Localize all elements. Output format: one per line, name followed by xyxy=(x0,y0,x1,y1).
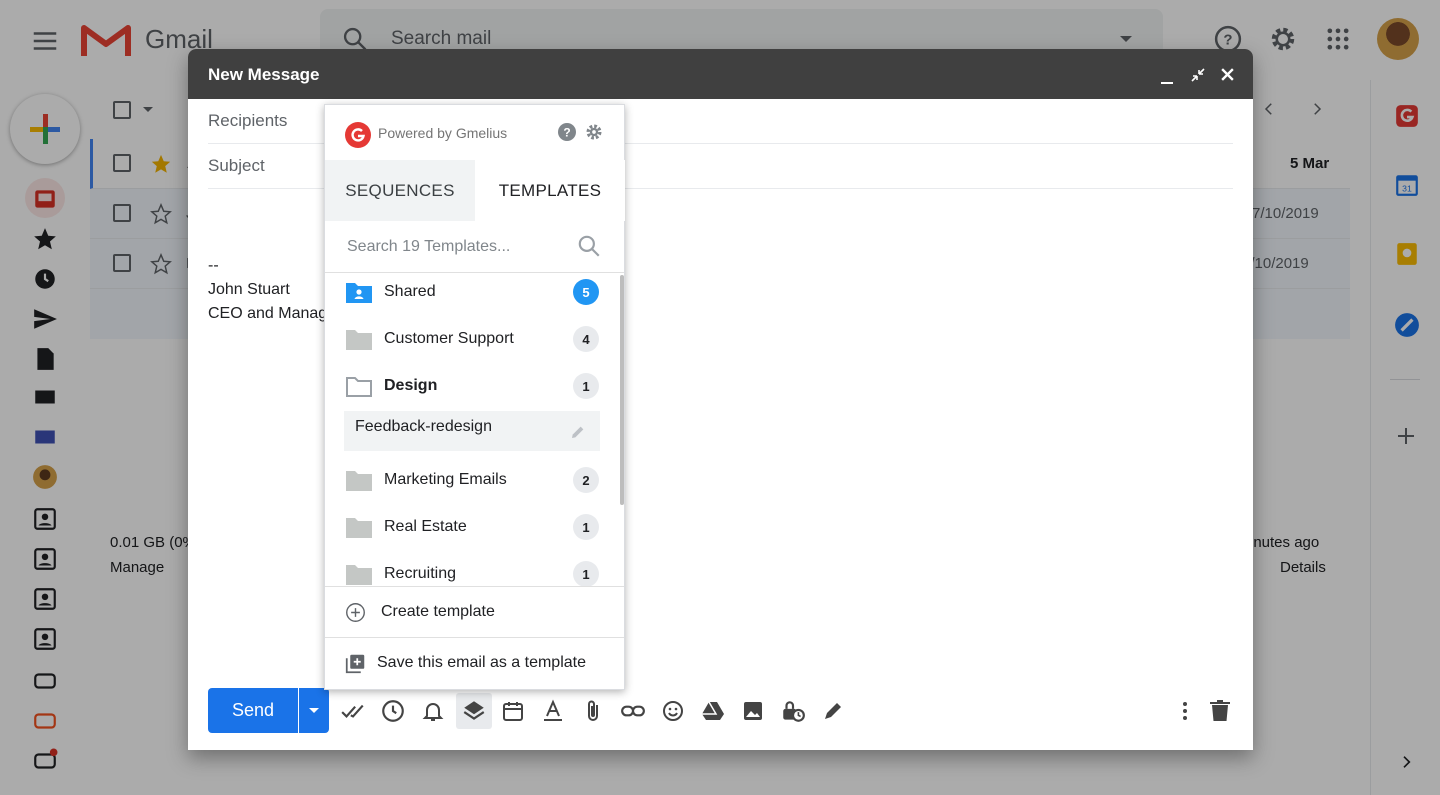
link-icon[interactable] xyxy=(618,696,648,726)
folder-label: Shared xyxy=(384,283,436,300)
send-options-button[interactable] xyxy=(299,688,329,733)
create-template-button[interactable]: Create template xyxy=(325,586,624,637)
template-count-badge: 1 xyxy=(573,514,599,540)
caret-down-icon xyxy=(309,708,319,713)
minimize-icon[interactable] xyxy=(1160,71,1174,85)
signature-separator: -- xyxy=(208,257,219,274)
folder-icon xyxy=(346,469,372,491)
discard-draft-icon[interactable] xyxy=(1205,696,1235,726)
signature-pen-icon[interactable] xyxy=(818,696,848,726)
folder-label: Marketing Emails xyxy=(384,471,507,488)
folder-label: Recruiting xyxy=(384,565,457,582)
save-as-template-label: Save this email as a template xyxy=(377,654,586,671)
more-options-icon[interactable] xyxy=(1170,696,1200,726)
add-circle-icon xyxy=(345,602,366,623)
send-button[interactable]: Send xyxy=(208,688,298,733)
shared-folder-icon xyxy=(346,281,372,303)
google-drive-icon[interactable] xyxy=(698,696,728,726)
template-name: Feedback-redesign xyxy=(355,418,492,435)
text-format-icon[interactable] xyxy=(538,696,568,726)
search-icon[interactable] xyxy=(576,233,602,259)
create-template-label: Create template xyxy=(381,603,495,620)
compose-header[interactable]: New Message xyxy=(188,49,1253,99)
read-receipt-icon[interactable] xyxy=(338,696,368,726)
folder-label: Real Estate xyxy=(384,518,467,535)
save-as-template-button[interactable]: Save this email as a template xyxy=(325,637,624,688)
powered-by-label: Powered by Gmelius xyxy=(378,125,508,141)
template-count-badge: 1 xyxy=(573,373,599,399)
templates-layers-icon[interactable] xyxy=(456,693,492,729)
message-body[interactable]: -- John Stuart CEO and Manag xyxy=(208,254,327,326)
signature-title: CEO and Manag xyxy=(208,305,328,322)
template-count-badge: 2 xyxy=(573,467,599,493)
template-item[interactable]: Feedback-redesign xyxy=(344,411,600,451)
folder-open-icon xyxy=(346,375,372,397)
compose-title: New Message xyxy=(208,65,320,84)
folder-list-scrollbar[interactable] xyxy=(620,275,624,505)
confidential-mode-icon[interactable] xyxy=(778,696,808,726)
folder-label: Customer Support xyxy=(384,330,514,347)
gmelius-logo-icon xyxy=(345,122,371,148)
folder-marketing-emails[interactable]: Marketing Emails 2 xyxy=(325,457,620,504)
template-count-badge: 1 xyxy=(573,561,599,587)
tab-templates[interactable]: TEMPLATES xyxy=(475,160,625,221)
template-count-badge: 5 xyxy=(573,279,599,305)
reminder-bell-icon[interactable] xyxy=(418,696,448,726)
attachment-icon[interactable] xyxy=(578,696,608,726)
folder-real-estate[interactable]: Real Estate 1 xyxy=(325,504,620,551)
signature-name: John Stuart xyxy=(208,281,290,298)
schedule-send-icon[interactable] xyxy=(378,696,408,726)
recipients-label: Recipients xyxy=(208,111,288,130)
svg-text:?: ? xyxy=(563,126,570,140)
template-search-input[interactable]: Search 19 Templates... xyxy=(347,238,510,256)
calendar-schedule-icon[interactable] xyxy=(498,696,528,726)
subject-label: Subject xyxy=(208,156,265,175)
emoji-icon[interactable] xyxy=(658,696,688,726)
folder-icon xyxy=(346,516,372,538)
close-icon[interactable] xyxy=(1220,67,1235,82)
settings-gear-icon[interactable] xyxy=(584,122,604,142)
insert-photo-icon[interactable] xyxy=(738,696,768,726)
template-count-badge: 4 xyxy=(573,326,599,352)
folder-icon xyxy=(346,328,372,350)
templates-panel: Powered by Gmelius ? SEQUENCES TEMPLATES… xyxy=(324,104,625,690)
exit-fullscreen-icon[interactable] xyxy=(1190,67,1206,83)
folder-design[interactable]: Design 1 xyxy=(325,363,620,410)
folder-icon xyxy=(346,563,372,585)
help-icon[interactable]: ? xyxy=(557,122,577,142)
folder-shared[interactable]: Shared 5 xyxy=(325,269,620,316)
folder-label: Design xyxy=(384,377,438,394)
tab-sequences[interactable]: SEQUENCES xyxy=(325,160,475,221)
library-add-icon xyxy=(345,653,366,674)
folder-customer-support[interactable]: Customer Support 4 xyxy=(325,316,620,363)
edit-pencil-icon[interactable] xyxy=(570,424,586,440)
